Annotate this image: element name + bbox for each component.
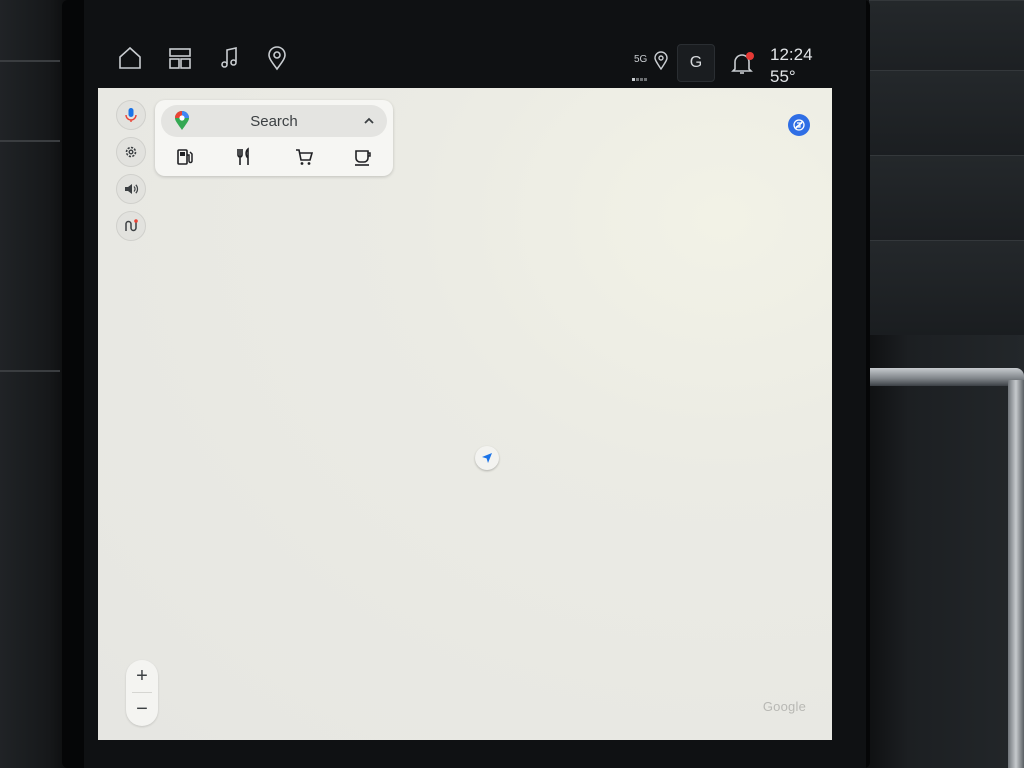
category-shortcuts [165,144,383,170]
google-attribution: Google [762,699,806,714]
notification-badge [746,52,754,60]
chevron-up-icon[interactable] [363,115,375,127]
search-label: Search [250,113,298,130]
network-label: 5G [634,54,648,65]
volume-icon [125,184,139,194]
microphone-icon [125,108,137,122]
clock: 12:24 [770,45,813,64]
signal-strength-bars [632,68,650,81]
coffee-icon [354,150,371,166]
settings-icon [125,146,137,158]
dashboard-icon[interactable] [166,44,194,72]
profile-button[interactable]: G [677,44,715,82]
chrome-trim-vertical [1008,380,1024,768]
gas-station-button[interactable] [171,144,199,170]
trim-stitch [0,370,60,372]
home-icon[interactable] [116,44,144,72]
current-location-marker [475,446,499,470]
map-view[interactable]: Search + − Google [98,88,832,740]
zoom-out-button[interactable]: − [126,693,158,725]
coffee-button[interactable] [349,144,377,170]
location-status-icon [653,50,669,71]
volume-button[interactable] [116,174,146,204]
navigation-arrow-icon [482,453,492,463]
trim-panel [869,155,1024,250]
grocery-cart-icon [295,149,313,165]
mute-guidance-button[interactable] [788,114,810,136]
music-icon[interactable] [216,44,244,72]
sound-off-icon [793,119,805,131]
grocery-button[interactable] [290,144,318,170]
route-icon [125,219,138,232]
voice-search-button[interactable] [116,100,146,130]
restaurants-button[interactable] [230,144,258,170]
status-bar: 5G G 12:24 55° [84,36,866,86]
outside-temperature: 55° [770,67,796,86]
dashboard-right-trim [859,0,1024,768]
search-panel: Search [155,100,393,176]
chrome-trim [859,368,1024,386]
restaurant-icon [237,147,250,165]
google-maps-pin-icon [175,111,189,130]
dashboard-left-trim [0,0,70,768]
gas-station-icon [177,149,193,165]
settings-button[interactable] [116,137,146,167]
zoom-in-button[interactable]: + [126,660,158,692]
trim-stitch [0,140,60,142]
trim-panel [869,240,1024,335]
trim-stitch [0,60,60,62]
zoom-controls: + − [126,660,158,726]
trim-panel [869,70,1024,165]
search-bar[interactable]: Search [161,105,387,137]
route-options-button[interactable] [116,211,146,241]
location-icon[interactable] [263,44,291,72]
